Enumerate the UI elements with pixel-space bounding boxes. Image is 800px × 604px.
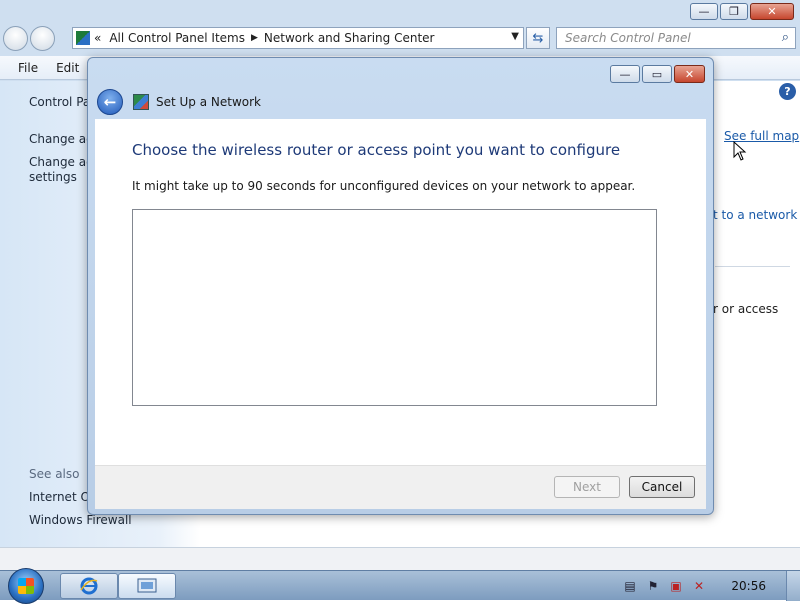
menu-edit[interactable]: Edit bbox=[56, 61, 79, 75]
action-center-flag-icon[interactable]: ⚑ bbox=[646, 579, 660, 593]
back-arrow-icon[interactable]: ← bbox=[97, 89, 123, 115]
breadcrumb-all-items[interactable]: All Control Panel Items bbox=[109, 31, 245, 45]
show-desktop-button[interactable] bbox=[786, 571, 800, 601]
refresh-button[interactable]: ⇆ bbox=[526, 27, 550, 49]
minimize-button[interactable]: — bbox=[690, 3, 718, 20]
change-advanced-link[interactable]: Change ad bbox=[29, 155, 94, 169]
change-adapter-link[interactable]: Change ad bbox=[29, 132, 94, 146]
navigation-bar: « All Control Panel Items ▶ Network and … bbox=[0, 24, 800, 54]
dialog-window-controls: — ▭ ✕ bbox=[610, 65, 705, 83]
dialog-close-button[interactable]: ✕ bbox=[674, 65, 705, 83]
windows-firewall-link[interactable]: Windows Firewall bbox=[29, 513, 132, 527]
dialog-body: Choose the wireless router or access poi… bbox=[95, 119, 706, 465]
setup-network-dialog: — ▭ ✕ ← Set Up a Network Choose the wire… bbox=[87, 57, 714, 515]
dialog-minimize-button[interactable]: — bbox=[610, 65, 640, 83]
notification-icon[interactable]: ▤ bbox=[623, 579, 637, 593]
forward-button[interactable] bbox=[30, 26, 55, 51]
internet-explorer-icon bbox=[80, 577, 98, 595]
window-controls: — ❐ ✕ bbox=[690, 3, 794, 20]
dialog-heading: Choose the wireless router or access poi… bbox=[132, 141, 621, 159]
system-tray: ▤ ⚑ ▣ ✕ bbox=[614, 571, 800, 601]
dialog-title: Set Up a Network bbox=[156, 95, 262, 109]
network-disconnected-icon[interactable]: ▣ bbox=[669, 579, 683, 593]
address-dropdown-icon[interactable]: ▼ bbox=[511, 31, 519, 42]
address-bar[interactable]: « All Control Panel Items ▶ Network and … bbox=[72, 27, 524, 49]
dialog-footer: Next Cancel bbox=[95, 465, 706, 509]
see-also-heading: See also bbox=[29, 467, 80, 481]
cancel-button[interactable]: Cancel bbox=[629, 476, 695, 498]
search-placeholder: Search Control Panel bbox=[565, 31, 691, 45]
dialog-description: It might take up to 90 seconds for uncon… bbox=[132, 179, 636, 193]
breadcrumb-arrow-icon: ▶ bbox=[250, 33, 258, 43]
start-button[interactable] bbox=[8, 568, 44, 604]
address-prefix: « bbox=[94, 31, 102, 45]
dialog-maximize-button[interactable]: ▭ bbox=[642, 65, 672, 83]
control-panel-home-link[interactable]: Control Pa bbox=[29, 95, 90, 109]
dialog-header: ← Set Up a Network bbox=[95, 84, 706, 120]
help-icon[interactable]: ? bbox=[779, 83, 796, 100]
mouse-cursor-icon bbox=[733, 141, 747, 161]
windows-logo-icon bbox=[18, 578, 34, 594]
clock[interactable]: 20:56 bbox=[731, 579, 766, 593]
access-point-text: r or access bbox=[713, 302, 779, 316]
taskbar-control-panel[interactable] bbox=[118, 573, 176, 599]
close-button[interactable]: ✕ bbox=[750, 3, 794, 20]
search-icon[interactable]: ⌕ bbox=[782, 30, 789, 45]
control-panel-icon bbox=[76, 31, 90, 45]
change-advanced-link-line2[interactable]: settings bbox=[29, 170, 77, 184]
volume-muted-icon[interactable]: ✕ bbox=[692, 579, 706, 593]
menu-file[interactable]: File bbox=[18, 61, 38, 75]
back-button[interactable] bbox=[3, 26, 28, 51]
network-window-icon bbox=[137, 578, 157, 593]
taskbar-internet-explorer[interactable] bbox=[60, 573, 118, 599]
status-bar bbox=[0, 547, 800, 570]
breadcrumb-network-center[interactable]: Network and Sharing Center bbox=[264, 31, 435, 45]
taskbar: ▤ ⚑ ▣ ✕ 20:56 bbox=[0, 568, 800, 604]
restore-button[interactable]: ❐ bbox=[720, 3, 748, 20]
router-list[interactable] bbox=[132, 209, 657, 406]
next-button[interactable]: Next bbox=[554, 476, 620, 498]
divider bbox=[715, 266, 790, 267]
network-setup-icon bbox=[133, 94, 149, 110]
search-input[interactable]: Search Control Panel ⌕ bbox=[556, 27, 796, 49]
connect-to-network-link[interactable]: t to a network bbox=[713, 208, 797, 222]
